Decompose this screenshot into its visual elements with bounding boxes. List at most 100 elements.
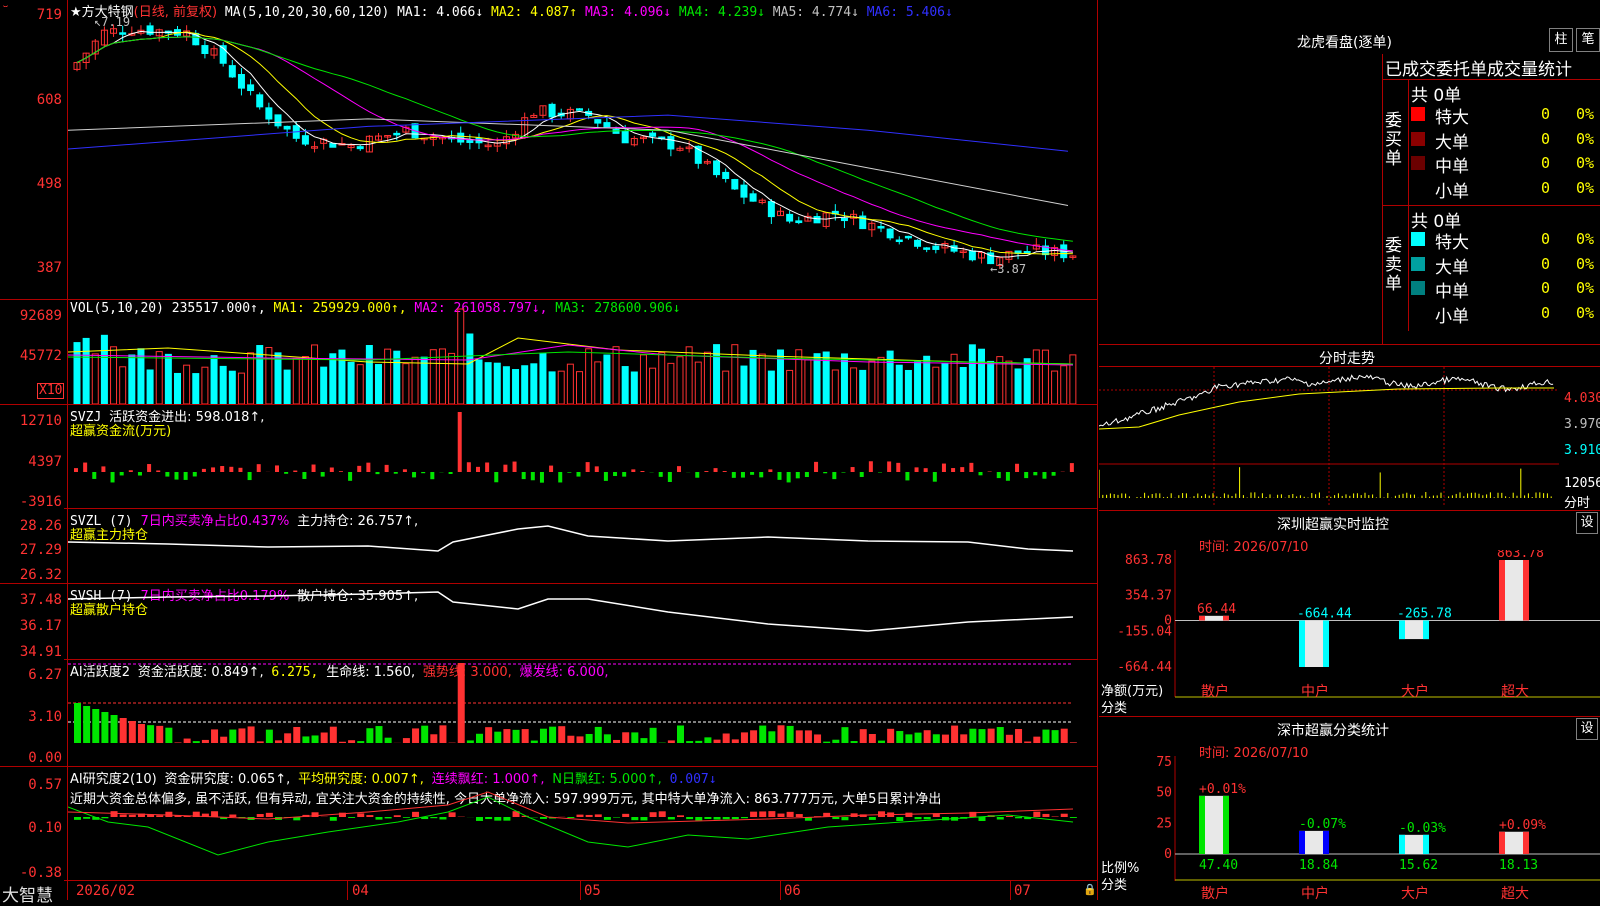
activity-bar — [805, 730, 812, 743]
svzl-y-tick: 28.26 — [0, 518, 64, 534]
activity-bar — [202, 740, 209, 743]
activity-bar — [577, 736, 584, 743]
volume-bar — [485, 363, 491, 404]
activity-bar — [969, 729, 976, 743]
volume-bar — [933, 367, 939, 404]
volume-bar — [120, 367, 126, 404]
ai-active-y-tick: 0.00 — [0, 750, 64, 766]
color-swatch — [1411, 107, 1425, 121]
research-bar — [577, 815, 584, 817]
volume-bar — [302, 357, 308, 404]
fund-flow-bar — [421, 472, 425, 473]
volume-bar — [220, 366, 226, 404]
intraday-vol-label: 分时 — [1564, 492, 1590, 511]
cls-bar-category: 超大 — [1501, 886, 1529, 900]
fund-flow-bar — [312, 465, 316, 472]
cls-bar-delta: +0.01% — [1199, 782, 1246, 797]
research-bar — [796, 814, 803, 817]
fund-flow-bar — [622, 472, 626, 477]
main-holding-chart — [68, 509, 1097, 583]
research-bar — [832, 817, 839, 819]
ai-activity-chart — [68, 660, 1097, 766]
candlestick-chart[interactable] — [68, 14, 1097, 299]
activity-bar — [513, 730, 520, 743]
volume-bar — [238, 373, 244, 404]
research-bar — [1070, 817, 1077, 818]
activity-bar — [284, 733, 291, 743]
volume-bar — [1061, 366, 1067, 404]
activity-bar — [741, 732, 748, 743]
ma5-line — [68, 119, 1068, 206]
fund-flow-bar — [714, 468, 718, 472]
candle-body — [878, 227, 884, 229]
volume-bar — [659, 353, 665, 404]
svzj-y-tick: -3916 — [0, 494, 64, 510]
fund-flow-bar — [513, 462, 517, 472]
volume-bar — [321, 367, 327, 404]
buy-count: 0 — [1541, 105, 1550, 123]
sell-side-label: 委卖单 — [1385, 237, 1403, 294]
activity-bar — [1052, 730, 1059, 743]
activity-bar — [430, 734, 437, 743]
activity-bar — [193, 741, 200, 743]
x-tick-mark — [580, 880, 581, 900]
intraday-price: 3.970 — [1564, 417, 1600, 432]
activity-bar — [979, 729, 986, 743]
sz-bar-group — [1399, 620, 1429, 639]
volume-bar — [814, 354, 820, 404]
volume-bar — [531, 364, 537, 404]
activity-bar — [83, 706, 90, 743]
activity-bar — [312, 735, 319, 743]
sz-bar-edge — [1299, 620, 1305, 667]
activity-bar — [604, 734, 611, 743]
research-bar — [595, 814, 602, 817]
research-bar — [266, 813, 273, 817]
buy-count: 0 — [1541, 130, 1550, 148]
activity-bar — [165, 728, 172, 743]
activity-bar — [503, 729, 510, 743]
intraday-chart[interactable] — [1099, 367, 1559, 507]
ma2-line — [77, 32, 1073, 254]
research-bar — [74, 817, 81, 820]
lock-icon[interactable]: 🔒 — [1083, 883, 1097, 896]
cls-settings-button[interactable]: 设 — [1576, 718, 1598, 740]
ma3-line — [77, 37, 1073, 251]
volume-bar — [896, 365, 902, 404]
bar-mode-button[interactable]: 柱 — [1549, 28, 1573, 52]
activity-bar — [266, 730, 273, 743]
cls-bar-edge — [1499, 832, 1505, 854]
cls-y-tick: 25 — [1156, 816, 1172, 831]
ma4-line — [77, 37, 1073, 242]
activity-bar — [768, 731, 775, 743]
volume-bar — [796, 350, 802, 404]
activity-bar — [549, 727, 556, 743]
sell-name: 小单 — [1435, 302, 1469, 327]
main-chart-area[interactable]: ¤ ★方大特钢(日线, 前复权) MA(5,10,20,30,60,120) M… — [0, 0, 1098, 900]
fund-flow-bar — [449, 472, 453, 474]
research-bar — [257, 814, 264, 817]
volume-bar — [513, 370, 519, 404]
activity-bar — [111, 715, 118, 743]
fund-flow-bar — [896, 463, 900, 472]
app-logo[interactable]: 大智慧 — [2, 881, 53, 906]
activity-bar — [650, 728, 657, 743]
fund-flow-bar — [1070, 463, 1074, 472]
activity-bar — [439, 725, 446, 743]
research-bar — [485, 817, 492, 819]
vol-unit-badge[interactable]: X10 — [37, 383, 64, 399]
cls-bar-edge — [1423, 835, 1429, 854]
cls-y-tick: 75 — [1156, 756, 1172, 770]
sz-settings-button[interactable]: 设 — [1576, 512, 1598, 534]
activity-bar — [238, 728, 245, 743]
fund-flow-bar — [595, 466, 599, 472]
volume-bar — [869, 361, 875, 404]
fund-flow-bar — [695, 472, 699, 478]
fund-flow-bar — [887, 461, 891, 472]
volume-bar — [677, 357, 683, 404]
volume-bar — [905, 370, 911, 404]
research-bar — [714, 817, 721, 820]
sz-y-tick: -155.04 — [1117, 624, 1172, 639]
research-bar — [650, 812, 657, 817]
activity-bar — [814, 734, 821, 743]
pen-mode-button[interactable]: 笔 — [1576, 28, 1600, 52]
